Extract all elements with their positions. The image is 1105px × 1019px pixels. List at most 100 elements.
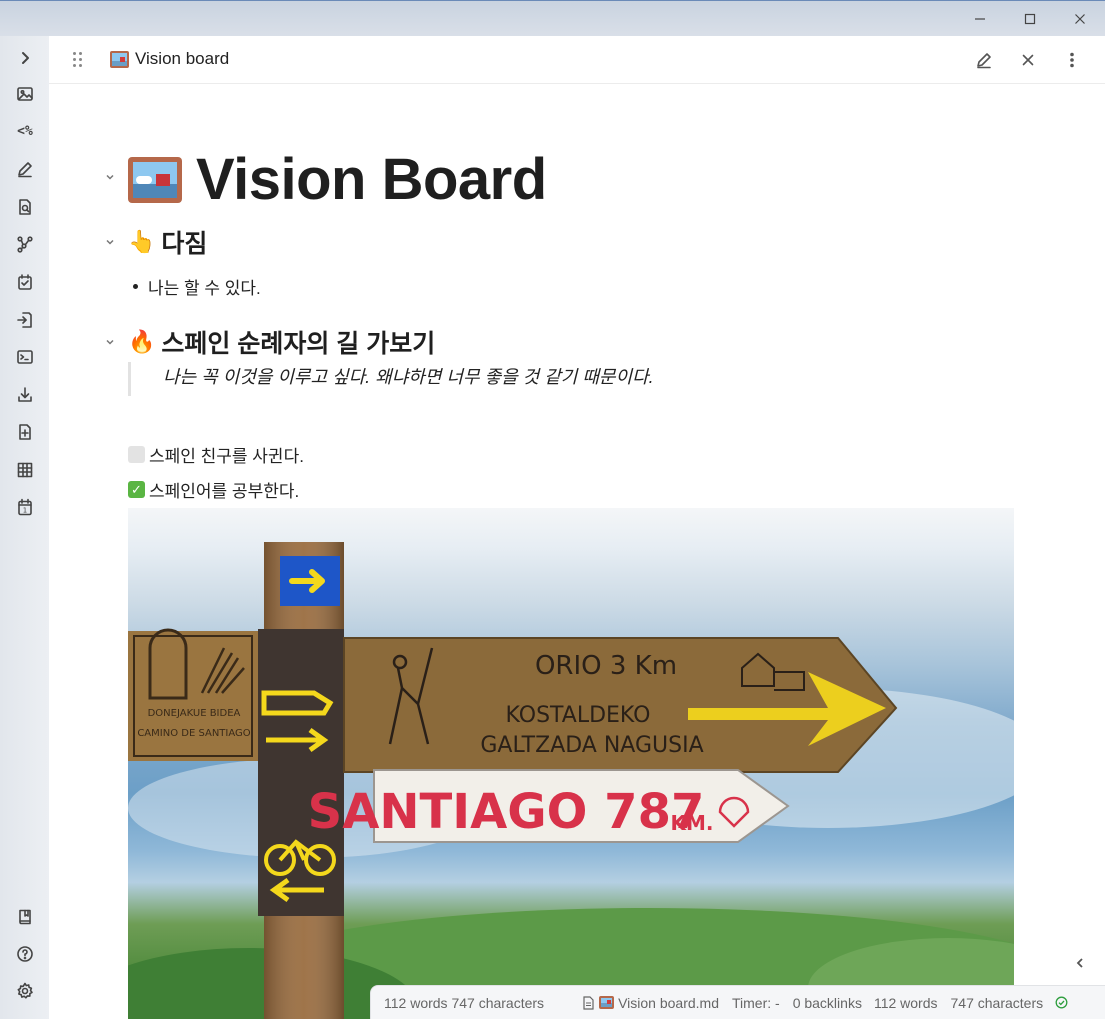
pointing-hand-icon: 👆	[128, 229, 156, 254]
sync-status[interactable]	[1055, 996, 1068, 1009]
embedded-image[interactable]: DONEJAKUE BIDEA CAMINO DE SANTIAGO ORIO …	[128, 508, 1014, 1019]
status-file[interactable]: Vision board.md	[582, 995, 719, 1011]
new-file-button[interactable]	[13, 420, 37, 444]
left-ribbon: <% 1	[0, 36, 49, 1019]
file-plus-icon	[19, 424, 31, 440]
framed-picture-icon	[128, 156, 182, 203]
maximize-button[interactable]	[1007, 7, 1053, 31]
sync-ok-icon	[1055, 996, 1068, 1009]
red-sign-unit: KM.	[671, 811, 714, 835]
view-header: Vision board	[49, 36, 1105, 84]
bullet-icon	[133, 284, 138, 289]
checked-box-icon[interactable]: ✓	[128, 481, 145, 498]
graph-icon	[17, 236, 33, 253]
main-sign-line2: KOSTALDEKO	[506, 703, 651, 728]
table-button[interactable]	[13, 458, 37, 482]
import-button[interactable]	[13, 308, 37, 332]
status-timer[interactable]: Timer: -	[732, 995, 780, 1011]
window-titlebar	[0, 0, 1105, 36]
calendar-check-button[interactable]	[13, 270, 37, 294]
drag-handle-icon[interactable]	[73, 52, 85, 68]
download-icon	[18, 387, 32, 402]
collapse-right-sidebar-button[interactable]	[1071, 954, 1089, 972]
list-item-text: 나는 할 수 있다.	[148, 279, 261, 298]
fold-toggle[interactable]	[103, 335, 117, 349]
edit-icon	[977, 53, 991, 69]
vault-icon	[19, 909, 31, 925]
unchecked-box-icon[interactable]	[128, 446, 145, 463]
more-options-button[interactable]	[1061, 49, 1083, 71]
daily-note-icon: 1	[18, 498, 32, 516]
framed-picture-icon	[110, 50, 129, 68]
fire-icon: 🔥	[128, 329, 156, 354]
red-sign-text: SANTIAGO 787	[308, 784, 705, 840]
help-icon	[17, 946, 33, 962]
status-words: 112 words	[873, 994, 938, 1011]
terminal-icon	[17, 350, 33, 364]
vault-button[interactable]	[13, 905, 37, 929]
image-button[interactable]	[13, 82, 37, 106]
image-icon	[17, 87, 33, 101]
main-sign-line3: GALTZADA NAGUSIA	[480, 733, 703, 758]
minimize-button[interactable]	[957, 7, 1003, 31]
daily-note-button[interactable]: 1	[13, 495, 37, 519]
chevron-down-icon	[106, 174, 114, 180]
expand-sidebar-button[interactable]	[13, 46, 37, 70]
daily-note-number: 1	[23, 507, 27, 515]
status-bar: 112 words 747 characters Vision board.md…	[370, 985, 1105, 1019]
file-search-icon	[19, 199, 31, 215]
edit-mode-button[interactable]	[973, 49, 995, 71]
framed-picture-icon	[599, 996, 615, 1009]
camino-signpost-photo: DONEJAKUE BIDEA CAMINO DE SANTIAGO ORIO …	[128, 542, 1014, 1019]
help-button[interactable]	[13, 942, 37, 966]
settings-button[interactable]	[13, 979, 37, 1003]
list-item: 나는 할 수 있다.	[133, 274, 261, 299]
section-heading: 👆 다짐	[128, 224, 207, 260]
main-sign-line1: ORIO 3 Km	[535, 651, 677, 681]
view-title[interactable]: Vision board	[110, 49, 229, 69]
task-text: 스페인 친구를 사귄다.	[149, 447, 304, 466]
blockquote: 나는 꼭 이것을 이루고 싶다. 왜냐하면 너무 좋을 것 같기 때문이다.	[128, 362, 654, 396]
blockquote-text: 나는 꼭 이것을 이루고 싶다. 왜냐하면 너무 좋을 것 같기 때문이다.	[163, 367, 654, 387]
chevron-left-icon	[1076, 958, 1083, 968]
chevron-right-icon	[22, 52, 29, 64]
note-title-heading: Vision Board	[128, 146, 547, 213]
templater-icon: <%	[17, 123, 33, 139]
status-characters: 747 characters	[950, 994, 1044, 1011]
import-icon	[17, 312, 32, 328]
table-icon	[17, 462, 33, 478]
templater-button[interactable]: <%	[13, 119, 37, 143]
view-title-text: Vision board	[135, 49, 230, 68]
file-icon	[583, 995, 594, 1010]
fold-toggle[interactable]	[103, 235, 117, 249]
section-heading: 🔥 스페인 순례자의 길 가보기	[128, 324, 435, 360]
task-item: ✓ 스페인어를 공부한다.	[128, 477, 299, 502]
task-text: 스페인어를 공부한다.	[149, 482, 300, 501]
status-backlinks[interactable]: 0 backlinks	[793, 995, 862, 1011]
chevron-down-icon	[106, 239, 114, 245]
fold-toggle[interactable]	[103, 170, 117, 184]
close-icon	[1022, 54, 1034, 66]
left-sign-line2: CAMINO DE SANTIAGO	[137, 728, 250, 739]
selection-word-count: 112 words 747 characters	[384, 994, 545, 1011]
search-file-button[interactable]	[13, 195, 37, 219]
left-sign-line1: DONEJAKUE BIDEA	[148, 708, 241, 719]
settings-icon	[17, 982, 33, 999]
draw-button[interactable]	[13, 157, 37, 181]
editor-pane: Vision board Vision Board 👆 다짐 나는 할 수 있다…	[49, 36, 1105, 1019]
chevron-down-icon	[106, 339, 114, 345]
note-content[interactable]: Vision Board 👆 다짐 나는 할 수 있다. 🔥 스페인 순례자의 …	[49, 84, 1105, 1019]
minimize-icon	[975, 18, 985, 20]
terminal-button[interactable]	[13, 345, 37, 369]
task-item: 스페인 친구를 사귄다.	[128, 442, 304, 467]
download-button[interactable]	[13, 383, 37, 407]
close-window-button[interactable]	[1057, 7, 1103, 31]
close-tab-button[interactable]	[1017, 49, 1039, 71]
maximize-icon	[1024, 13, 1036, 25]
more-options-icon	[1070, 52, 1074, 68]
graph-view-button[interactable]	[13, 232, 37, 256]
section-heading-text: 스페인 순례자의 길 가보기	[161, 330, 436, 358]
note-title-text: Vision Board	[196, 147, 547, 212]
calendar-check-icon	[18, 274, 32, 290]
section-heading-text: 다짐	[161, 230, 208, 258]
